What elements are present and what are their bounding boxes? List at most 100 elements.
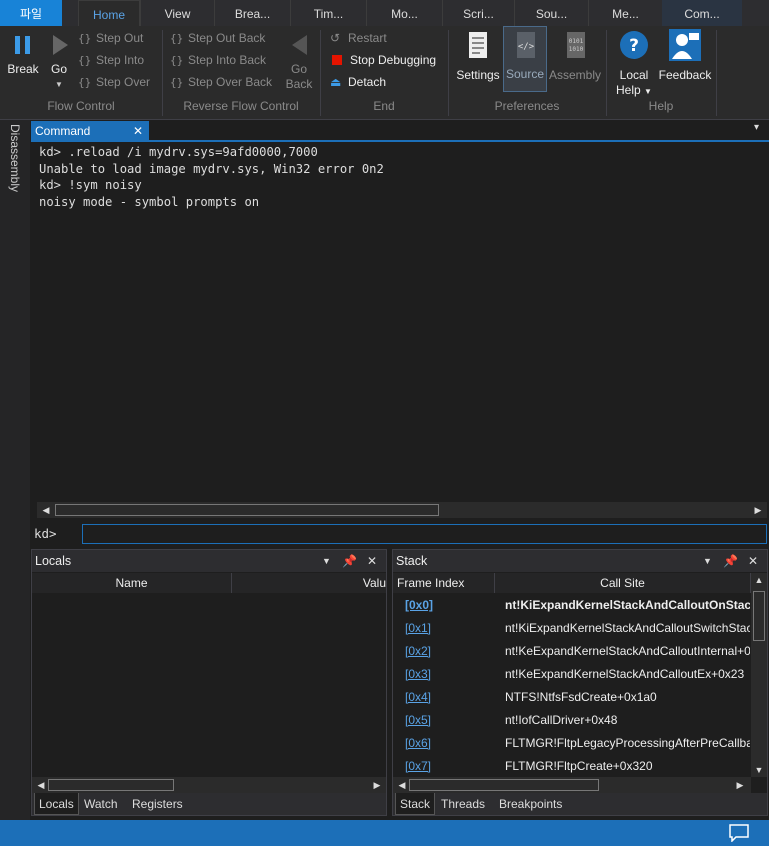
ribbon: Break Go ▼ {} Step Out {} Step Into {} Step… [0, 26, 769, 120]
frame-index-link[interactable]: [0x3] [405, 663, 431, 686]
feedback-button[interactable]: Feedback [656, 28, 714, 83]
tab-model[interactable]: Mo... [366, 0, 442, 26]
step-into-back-button[interactable]: {} Step Into Back [170, 50, 266, 70]
scroll-right-icon[interactable]: ▶ [751, 502, 765, 518]
output-line: noisy mode - symbol prompts on [39, 194, 260, 209]
tab-timelines[interactable]: Tim... [290, 0, 366, 26]
close-icon[interactable]: ✕ [367, 550, 377, 572]
scroll-left-icon[interactable]: ◀ [395, 777, 409, 793]
settings-label: Settings [456, 68, 500, 82]
restart-button[interactable]: ↺ Restart [330, 28, 387, 48]
scroll-right-icon[interactable]: ▶ [733, 777, 747, 793]
frame-index-link[interactable]: [0x5] [405, 709, 431, 732]
frame-index-link[interactable]: [0x1] [405, 617, 431, 640]
stop-debugging-button[interactable]: Stop Debugging [330, 50, 436, 70]
stack-row[interactable]: [0x6] FLTMGR!FltpLegacyProcessingAfterPre… [393, 732, 751, 755]
ribbon-tab-bar: 파일 Home View Brea... Tim... Mo... Scri..… [0, 0, 769, 26]
call-site: nt!KeExpandKernelStackAndCalloutEx+0x23 [505, 667, 745, 681]
close-icon[interactable]: ✕ [748, 550, 758, 572]
help-question-icon: ? [620, 31, 648, 59]
step-out-button[interactable]: {} Step Out [78, 28, 143, 48]
frame-index-link[interactable]: [0x0] [405, 594, 433, 617]
column-header-name[interactable]: Name [32, 573, 232, 593]
scrollbar-thumb[interactable] [55, 504, 439, 516]
tab-source[interactable]: Sou... [514, 0, 588, 26]
group-label-end: End [373, 99, 395, 113]
chat-feedback-icon[interactable] [728, 824, 750, 842]
frame-index-link[interactable]: [0x6] [405, 732, 431, 755]
pin-icon[interactable]: 📌 [723, 550, 738, 572]
restart-icon: ↺ [330, 31, 341, 45]
command-window-tab[interactable]: Command ✕ [31, 121, 149, 141]
stack-row[interactable]: [0x1] nt!KiExpandKernelStackAndCalloutSwi… [393, 617, 751, 640]
column-header-frame-index[interactable]: Frame Index [393, 573, 495, 593]
tab-registers[interactable]: Registers [128, 793, 187, 815]
tab-scripting[interactable]: Scri... [442, 0, 514, 26]
frame-index-link[interactable]: [0x4] [405, 686, 431, 709]
stack-row[interactable]: [0x5] nt!IofCallDriver+0x48 [393, 709, 751, 732]
scrollbar-thumb[interactable] [753, 591, 765, 641]
go-dropdown-icon[interactable]: ▼ [44, 77, 74, 92]
tab-command[interactable]: Com... [662, 0, 742, 26]
detach-button[interactable]: ⏏ Detach [330, 72, 386, 92]
stack-vertical-scrollbar[interactable]: ▲ ▼ [751, 573, 767, 777]
tab-view[interactable]: View [140, 0, 214, 26]
scrollbar-thumb[interactable] [409, 779, 599, 791]
break-button[interactable]: Break [4, 32, 42, 77]
column-header-value[interactable]: Valu [232, 573, 386, 593]
svg-text:?: ? [629, 36, 639, 56]
scroll-down-icon[interactable]: ▼ [751, 765, 767, 775]
call-site: FLTMGR!FltpCreate+0x320 [505, 759, 653, 773]
stack-horizontal-scrollbar[interactable]: ◀ ▶ [393, 777, 751, 793]
pane-menu-icon[interactable]: ▼ [703, 550, 712, 572]
close-icon[interactable]: ✕ [133, 121, 143, 141]
go-back-button[interactable]: Go Back [280, 32, 318, 92]
scroll-up-icon[interactable]: ▲ [751, 575, 767, 585]
assembly-binary-icon: 01011010 [567, 32, 585, 58]
local-help-button[interactable]: ? Local Help ▼ [614, 28, 654, 99]
step-over-button[interactable]: {} Step Over [78, 72, 150, 92]
assembly-button[interactable]: 0101 1010 Assembly [548, 28, 602, 83]
command-horizontal-scrollbar[interactable]: ◀ ▶ [37, 502, 767, 518]
eject-icon: ⏏ [330, 75, 342, 89]
tab-home[interactable]: Home [78, 0, 140, 26]
local-help-dropdown-icon[interactable]: ▼ [644, 87, 652, 96]
locals-horizontal-scrollbar[interactable]: ◀ ▶ [32, 777, 386, 793]
stack-row[interactable]: [0x2] nt!KeExpandKernelStackAndCalloutInt… [393, 640, 751, 663]
window-menu-icon[interactable]: ▾ [754, 122, 759, 133]
scroll-left-icon[interactable]: ◀ [34, 777, 48, 793]
pause-icon [15, 36, 30, 54]
step-over-back-button[interactable]: {} Step Over Back [170, 72, 272, 92]
pin-icon[interactable]: 📌 [342, 550, 357, 572]
tab-file[interactable]: 파일 [0, 0, 62, 26]
frame-index-link[interactable]: [0x2] [405, 640, 431, 663]
go-button[interactable]: Go ▼ [44, 32, 74, 92]
stack-pane: Stack ▼ 📌 ✕ Frame Index Call Site [0x0] n… [392, 549, 768, 816]
tab-locals[interactable]: Locals [34, 793, 79, 815]
tab-breakpoints[interactable]: Brea... [214, 0, 290, 26]
tab-stack[interactable]: Stack [395, 793, 436, 815]
stack-title: Stack [396, 554, 428, 568]
step-into-label: Step Into [96, 53, 145, 67]
column-header-call-site[interactable]: Call Site [495, 573, 751, 593]
tab-breakpoints[interactable]: Breakpoints [495, 793, 566, 815]
scroll-left-icon[interactable]: ◀ [39, 502, 53, 518]
step-into-button[interactable]: {} Step Into [78, 50, 144, 70]
source-code-icon: </> [517, 32, 535, 58]
stack-row[interactable]: [0x3] nt!KeExpandKernelStackAndCalloutEx+… [393, 663, 751, 686]
frame-index-link[interactable]: [0x7] [405, 755, 431, 776]
pane-menu-icon[interactable]: ▼ [322, 550, 331, 572]
scroll-right-icon[interactable]: ▶ [370, 777, 384, 793]
stack-row[interactable]: [0x7] FLTMGR!FltpCreate+0x320 [393, 755, 751, 776]
disassembly-side-tab[interactable]: Disassembly [8, 124, 22, 192]
scrollbar-thumb[interactable] [48, 779, 174, 791]
tab-threads[interactable]: Threads [437, 793, 489, 815]
settings-button[interactable]: Settings [454, 28, 502, 83]
tab-watch[interactable]: Watch [80, 793, 122, 815]
step-out-back-button[interactable]: {} Step Out Back [170, 28, 265, 48]
tab-memory[interactable]: Me... [588, 0, 662, 26]
stack-row[interactable]: [0x4] NTFS!NtfsFsdCreate+0x1a0 [393, 686, 751, 709]
source-button[interactable]: </> Source [503, 26, 547, 92]
command-input[interactable] [82, 524, 767, 544]
stack-row[interactable]: [0x0] nt!KiExpandKernelStackAndCalloutOnS… [393, 594, 751, 617]
